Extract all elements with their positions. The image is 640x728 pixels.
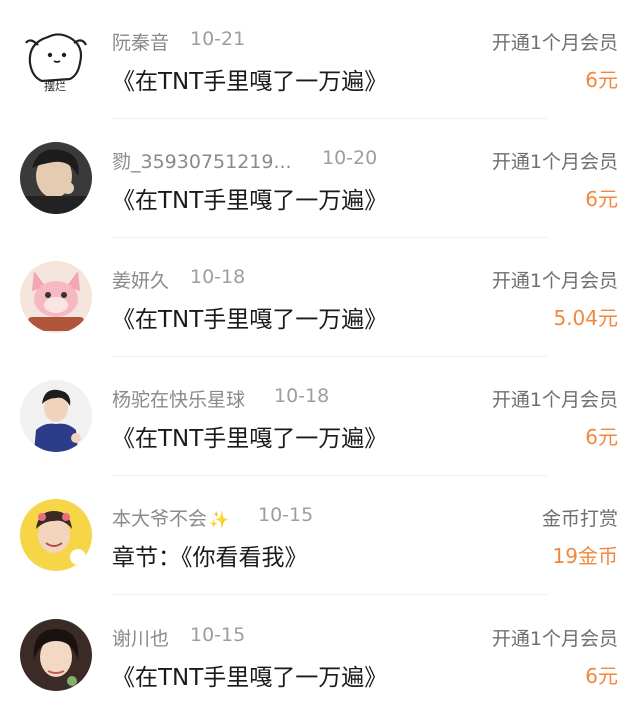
user-name[interactable]: 勠_35930751219... <box>112 147 292 174</box>
user-photo-icon <box>20 499 92 571</box>
record-date: 10-15 <box>258 504 314 526</box>
record-type: 开通1个月会员 <box>491 151 618 173</box>
record-type: 金币打赏 <box>541 508 618 530</box>
record-content: 《在TNT手里嘎了一万遍》 <box>112 307 388 333</box>
record-content: 《在TNT手里嘎了一万遍》 <box>112 69 388 95</box>
plush-toy-icon <box>20 261 92 333</box>
list-item[interactable]: 摆烂 阮秦音 10-21 《在TNT手里嘎了一万遍》 开通1个月会员 6元 <box>0 0 640 119</box>
avatar[interactable] <box>20 619 92 691</box>
record-date: 10-18 <box>274 385 330 407</box>
list-item[interactable]: 杨驼在快乐星球 10-18 《在TNT手里嘎了一万遍》 开通1个月会员 6元 <box>0 357 640 476</box>
record-content: 章节：《你看看我》 <box>112 545 308 571</box>
record-type: 开通1个月会员 <box>491 389 618 411</box>
record-amount: 5.04元 <box>553 306 618 330</box>
avatar[interactable]: 摆烂 <box>20 23 92 95</box>
record-date: 10-15 <box>190 624 246 646</box>
user-photo-icon <box>20 619 92 691</box>
record-amount: 19金币 <box>552 544 618 568</box>
user-name[interactable]: 姜妍久 <box>112 266 169 293</box>
cartoon-avatar-icon: 摆烂 <box>20 23 92 95</box>
user-name[interactable]: 谢川也 <box>112 624 169 651</box>
record-amount: 6元 <box>585 187 618 211</box>
record-content: 《在TNT手里嘎了一万遍》 <box>112 426 388 452</box>
user-name-text: 本大爷不会 <box>112 508 208 530</box>
record-date: 10-18 <box>190 266 246 288</box>
user-name[interactable]: 阮秦音 <box>112 28 169 55</box>
list-item[interactable]: 勠_35930751219... 10-20 《在TNT手里嘎了一万遍》 开通1… <box>0 119 640 238</box>
sparkle-icon: ✨ <box>209 510 229 529</box>
record-type: 开通1个月会员 <box>491 628 618 650</box>
user-name[interactable]: 本大爷不会 ✨ <box>112 504 229 531</box>
list-item[interactable]: 姜妍久 10-18 《在TNT手里嘎了一万遍》 开通1个月会员 5.04元 <box>0 238 640 357</box>
record-content: 《在TNT手里嘎了一万遍》 <box>112 188 388 214</box>
avatar[interactable] <box>20 499 92 571</box>
record-content: 《在TNT手里嘎了一万遍》 <box>112 665 388 691</box>
reward-record-list: 摆烂 阮秦音 10-21 《在TNT手里嘎了一万遍》 开通1个月会员 6元 勠_… <box>0 0 640 728</box>
record-amount: 6元 <box>585 425 618 449</box>
list-item[interactable]: 本大爷不会 ✨ 10-15 章节：《你看看我》 金币打赏 19金币 <box>0 476 640 595</box>
record-type: 开通1个月会员 <box>491 270 618 292</box>
record-type: 开通1个月会员 <box>491 32 618 54</box>
record-date: 10-20 <box>322 147 378 169</box>
user-photo-icon <box>20 142 92 214</box>
record-date: 10-21 <box>190 28 246 50</box>
list-item[interactable]: 谢川也 10-15 《在TNT手里嘎了一万遍》 开通1个月会员 6元 <box>0 596 640 715</box>
record-amount: 6元 <box>585 68 618 92</box>
svg-text:摆烂: 摆烂 <box>44 79 66 93</box>
user-photo-icon <box>20 380 92 452</box>
avatar[interactable] <box>20 261 92 333</box>
avatar[interactable] <box>20 380 92 452</box>
record-amount: 6元 <box>585 664 618 688</box>
user-name[interactable]: 杨驼在快乐星球 <box>112 385 245 412</box>
avatar[interactable] <box>20 142 92 214</box>
